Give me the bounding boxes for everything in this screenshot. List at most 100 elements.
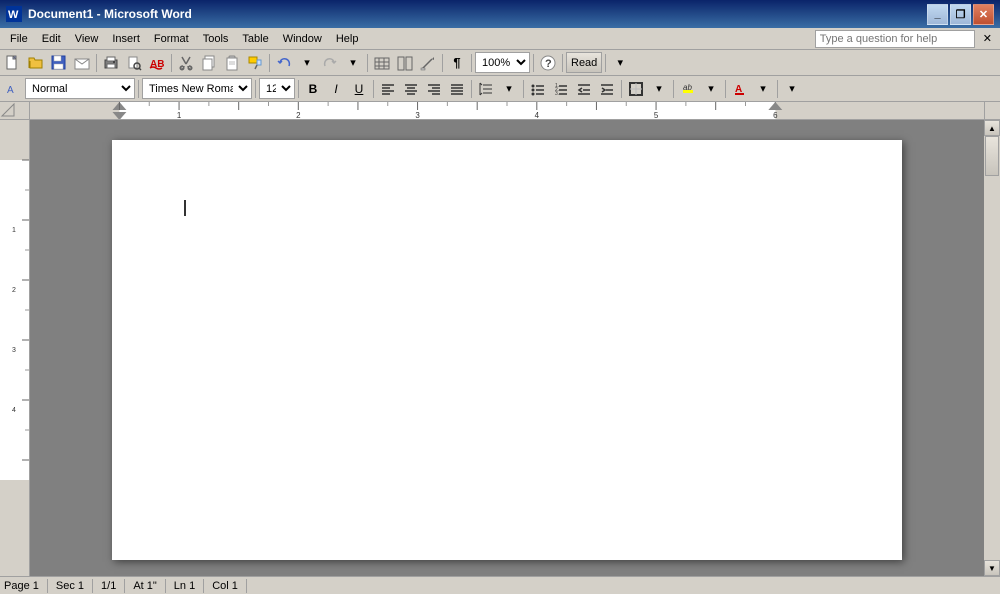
- svg-text:ab: ab: [683, 83, 692, 92]
- main-area: 1 2 3 4 ▲ ▼: [0, 120, 1000, 576]
- title-bar-left: W Document1 - Microsoft Word: [6, 6, 192, 22]
- print-button[interactable]: [100, 52, 122, 74]
- underline-button[interactable]: U: [348, 78, 370, 100]
- svg-text:2: 2: [12, 287, 16, 294]
- ruler: 1 2 3 4 5 6: [0, 102, 1000, 120]
- menu-view[interactable]: View: [69, 31, 105, 47]
- menu-window[interactable]: Window: [277, 31, 328, 47]
- scroll-up-button[interactable]: ▲: [984, 120, 1000, 136]
- show-para-button[interactable]: ¶: [446, 52, 468, 74]
- align-right-button[interactable]: [423, 78, 445, 100]
- main-toolbar: ABC ▾ ▾ ¶ 100% 75% 50% 150% 200%: [0, 50, 1000, 76]
- scroll-thumb[interactable]: [985, 136, 999, 176]
- cut-button[interactable]: [175, 52, 197, 74]
- columns-button[interactable]: [394, 52, 416, 74]
- size-select[interactable]: 12 8 10 14 16 18 24 36 48 72: [259, 78, 295, 99]
- increase-indent-button[interactable]: [596, 78, 618, 100]
- scroll-track[interactable]: [984, 136, 1000, 560]
- svg-text:W: W: [8, 9, 19, 21]
- line-spacing-dropdown[interactable]: ▾: [498, 78, 520, 100]
- undo-button[interactable]: [273, 52, 295, 74]
- separator-9: [605, 54, 606, 72]
- svg-text:4: 4: [12, 407, 16, 414]
- print-preview-button[interactable]: [123, 52, 145, 74]
- menu-bar: File Edit View Insert Format Tools Table…: [0, 28, 1000, 50]
- svg-text:6: 6: [773, 110, 778, 119]
- menu-format[interactable]: Format: [148, 31, 195, 47]
- new-button[interactable]: [2, 52, 24, 74]
- svg-text:4: 4: [535, 110, 540, 119]
- app-icon: W: [6, 6, 22, 22]
- ruler-right: [984, 102, 1000, 120]
- justify-button[interactable]: [446, 78, 468, 100]
- close-button[interactable]: ✕: [973, 4, 994, 25]
- status-section: Sec 1: [56, 579, 93, 593]
- redo-dropdown[interactable]: ▾: [342, 52, 364, 74]
- copy-button[interactable]: [198, 52, 220, 74]
- restore-button[interactable]: ❐: [950, 4, 971, 25]
- fmt-sep-9: [725, 80, 726, 98]
- help-input[interactable]: [815, 30, 975, 48]
- menu-edit[interactable]: Edit: [36, 31, 67, 47]
- ruler-scale: 1 2 3 4 5 6: [30, 102, 984, 120]
- decrease-indent-button[interactable]: [573, 78, 595, 100]
- line-spacing-button[interactable]: [475, 78, 497, 100]
- toolbar-options-button[interactable]: ▾: [609, 52, 631, 74]
- separator-8: [562, 54, 563, 72]
- align-center-button[interactable]: [400, 78, 422, 100]
- numbering-button[interactable]: 1.2.3.: [550, 78, 572, 100]
- bold-button[interactable]: B: [302, 78, 324, 100]
- separator-2: [171, 54, 172, 72]
- highlight-button[interactable]: ab: [677, 78, 699, 100]
- font-color-button[interactable]: A: [729, 78, 751, 100]
- menu-tools[interactable]: Tools: [197, 31, 235, 47]
- email-button[interactable]: [71, 52, 93, 74]
- document-area[interactable]: [30, 120, 984, 576]
- scroll-down-button[interactable]: ▼: [984, 560, 1000, 576]
- italic-button[interactable]: I: [325, 78, 347, 100]
- format-toolbar: A Normal Heading 1 Heading 2 Times New R…: [0, 76, 1000, 102]
- drawing-button[interactable]: [417, 52, 439, 74]
- page-content[interactable]: [112, 140, 902, 540]
- fmt-sep-6: [523, 80, 524, 98]
- font-color-dropdown[interactable]: ▾: [752, 78, 774, 100]
- outside-border-button[interactable]: [625, 78, 647, 100]
- status-at: At 1": [133, 579, 165, 593]
- menu-table[interactable]: Table: [236, 31, 274, 47]
- save-button[interactable]: [48, 52, 70, 74]
- style-select[interactable]: Normal Heading 1 Heading 2: [25, 78, 135, 99]
- undo-dropdown[interactable]: ▾: [296, 52, 318, 74]
- read-button[interactable]: Read: [566, 52, 602, 73]
- separator-4: [367, 54, 368, 72]
- align-left-button[interactable]: [377, 78, 399, 100]
- paste-button[interactable]: [221, 52, 243, 74]
- border-dropdown[interactable]: ▾: [648, 78, 670, 100]
- menu-insert[interactable]: Insert: [106, 31, 146, 47]
- svg-text:3: 3: [12, 347, 16, 354]
- format-painter-button[interactable]: [244, 52, 266, 74]
- font-select[interactable]: Times New Roman Arial Courier New: [142, 78, 252, 99]
- style-icon: A: [2, 78, 24, 100]
- open-button[interactable]: [25, 52, 47, 74]
- svg-text:1: 1: [177, 110, 182, 119]
- separator-6: [471, 54, 472, 72]
- highlight-dropdown[interactable]: ▾: [700, 78, 722, 100]
- redo-button[interactable]: [319, 52, 341, 74]
- svg-text:3.: 3.: [555, 91, 559, 96]
- separator-3: [269, 54, 270, 72]
- zoom-select[interactable]: 100% 75% 50% 150% 200%: [475, 52, 530, 73]
- insert-table-button[interactable]: [371, 52, 393, 74]
- status-page: Page 1: [4, 579, 48, 593]
- format-toolbar-options[interactable]: ▾: [781, 78, 803, 100]
- help-question-button[interactable]: ?: [537, 52, 559, 74]
- minimize-button[interactable]: _: [927, 4, 948, 25]
- menu-help[interactable]: Help: [330, 31, 365, 47]
- svg-text:A: A: [7, 85, 14, 96]
- menu-file[interactable]: File: [4, 31, 34, 47]
- fmt-sep-8: [673, 80, 674, 98]
- status-col: Col 1: [212, 579, 247, 593]
- help-close-button[interactable]: ✕: [979, 31, 996, 46]
- spellcheck-button[interactable]: ABC: [146, 52, 168, 74]
- fmt-sep-10: [777, 80, 778, 98]
- bullets-button[interactable]: [527, 78, 549, 100]
